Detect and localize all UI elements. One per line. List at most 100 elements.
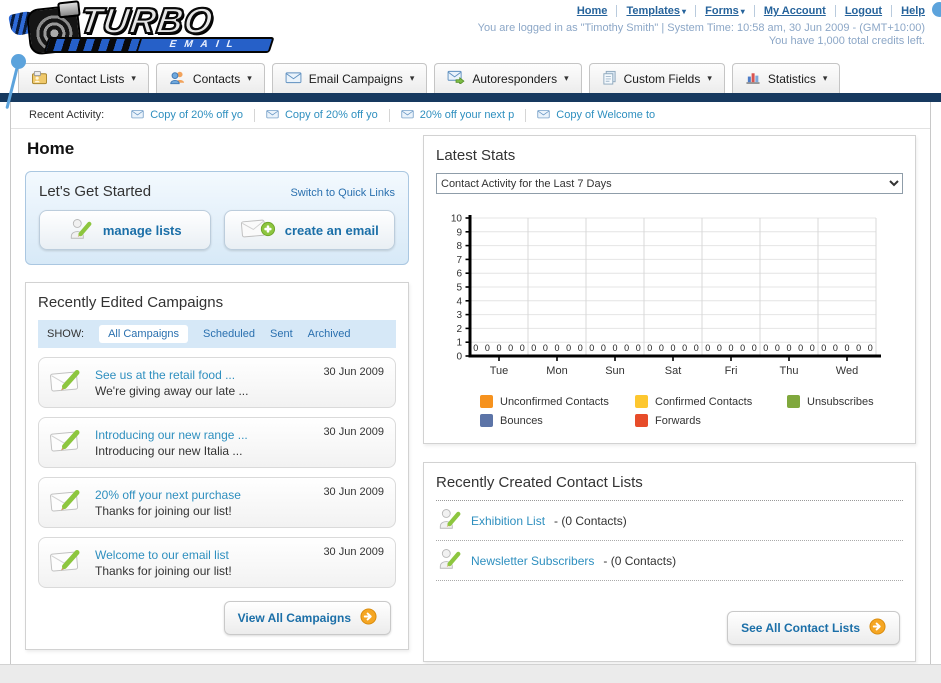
legend-label: Unconfirmed Contacts xyxy=(500,395,609,408)
campaign-title-link[interactable]: 20% off your next purchase xyxy=(95,488,241,502)
svg-text:2: 2 xyxy=(456,324,462,335)
legend-swatch-unsubscribes xyxy=(787,395,800,408)
envelope-plus-icon xyxy=(240,216,276,245)
show-label: SHOW: xyxy=(47,328,85,340)
logo-email-bar: EMAIL xyxy=(43,36,275,53)
nav-link-help[interactable]: Help xyxy=(891,5,925,17)
filter-all-campaigns[interactable]: All Campaigns xyxy=(99,325,188,343)
filter-sent[interactable]: Sent xyxy=(270,328,293,340)
campaign-title-link[interactable]: See us at the retail food ... xyxy=(95,368,248,382)
svg-text:0: 0 xyxy=(682,343,687,353)
svg-text:4: 4 xyxy=(456,296,462,307)
svg-text:0: 0 xyxy=(578,343,583,353)
arrow-circle-icon xyxy=(360,608,377,628)
svg-text:5: 5 xyxy=(456,283,462,294)
stats-report-select[interactable]: Contact Activity for the Last 7 Days xyxy=(436,173,903,194)
chevron-down-icon: ▾ xyxy=(682,7,687,16)
campaign-row[interactable]: Introducing our new range ... Introducin… xyxy=(38,417,396,468)
contact-lists-footer: See All Contact Lists xyxy=(436,611,900,645)
chart-legend: Unconfirmed Contacts Confirmed Contacts … xyxy=(480,395,903,427)
chevron-down-icon: ▾ xyxy=(707,73,712,83)
nav-link-home[interactable]: Home xyxy=(568,5,608,17)
svg-text:Mon: Mon xyxy=(546,365,567,377)
tab-contacts[interactable]: Contacts ▾ xyxy=(155,63,265,93)
svg-text:0: 0 xyxy=(868,343,873,353)
legend-item: Unsubscribes xyxy=(787,395,903,408)
turbo-email-logo[interactable]: TURBO EMAIL xyxy=(8,0,278,60)
svg-text:0: 0 xyxy=(752,343,757,353)
svg-text:0: 0 xyxy=(531,343,536,353)
tab-label: Autoresponders xyxy=(472,71,558,86)
tab-custom-fields[interactable]: Custom Fields ▾ xyxy=(588,63,725,93)
credits-info: You have 1,000 total credits left. xyxy=(768,35,925,47)
campaign-row[interactable]: See us at the retail food ... We're givi… xyxy=(38,357,396,408)
campaign-title-link[interactable]: Introducing our new range ... xyxy=(95,428,248,442)
svg-text:0: 0 xyxy=(508,343,513,353)
nav-link-label: Logout xyxy=(844,5,883,17)
tab-autoresponders[interactable]: Autoresponders ▾ xyxy=(434,63,582,93)
filter-archived[interactable]: Archived xyxy=(308,328,351,340)
campaign-subtitle: Thanks for joining our list! xyxy=(95,503,232,518)
nav-link-logout[interactable]: Logout xyxy=(834,5,883,17)
see-all-contact-lists-button[interactable]: See All Contact Lists xyxy=(727,611,900,645)
campaign-row[interactable]: Welcome to our email list Thanks for joi… xyxy=(38,537,396,588)
contact-list-row[interactable]: Newsletter Subscribers - (0 Contacts) xyxy=(436,541,903,581)
right-column: Latest Stats Contact Activity for the La… xyxy=(423,135,916,662)
svg-text:0: 0 xyxy=(670,343,675,353)
nav-link-templates[interactable]: Templates ▾ xyxy=(616,5,686,17)
svg-text:3: 3 xyxy=(456,310,462,321)
svg-text:0: 0 xyxy=(763,343,768,353)
switch-to-quick-links-link[interactable]: Switch to Quick Links xyxy=(290,187,395,199)
svg-text:1: 1 xyxy=(456,338,462,349)
chevron-down-icon: ▾ xyxy=(822,73,828,83)
svg-text:0: 0 xyxy=(456,352,462,363)
campaign-row[interactable]: 20% off your next purchase Thanks for jo… xyxy=(38,477,396,528)
person-pencil-icon xyxy=(438,506,462,535)
svg-text:Fri: Fri xyxy=(725,365,738,377)
campaign-title-link[interactable]: Welcome to our email list xyxy=(95,548,232,562)
svg-text:0: 0 xyxy=(647,343,652,353)
page-title: Home xyxy=(27,139,75,158)
svg-text:0: 0 xyxy=(485,343,490,353)
tab-contact-lists[interactable]: Contact Lists ▾ xyxy=(18,63,149,93)
recently-edited-campaigns-panel: Recently Edited Campaigns SHOW: All Camp… xyxy=(25,282,409,650)
get-started-header: Let's Get Started Switch to Quick Links xyxy=(39,183,395,200)
legend-item: Confirmed Contacts xyxy=(635,395,787,408)
chevron-down-icon: ▾ xyxy=(740,7,745,16)
svg-text:0: 0 xyxy=(566,343,571,353)
tab-statistics[interactable]: Statistics ▾ xyxy=(731,63,841,93)
create-email-button[interactable]: create an email xyxy=(223,210,395,250)
filter-scheduled[interactable]: Scheduled xyxy=(203,328,255,340)
nav-link-my-account[interactable]: My Account xyxy=(753,5,826,17)
envelope-pencil-icon xyxy=(49,425,85,460)
campaign-subtitle: Introducing our new Italia ... xyxy=(95,443,243,458)
view-all-campaigns-label: View All Campaigns xyxy=(237,611,351,625)
campaign-date: 30 Jun 2009 xyxy=(323,546,384,558)
svg-text:0: 0 xyxy=(740,343,745,353)
tab-email-campaigns[interactable]: Email Campaigns ▾ xyxy=(271,63,428,93)
contact-list-row[interactable]: Exhibition List - (0 Contacts) xyxy=(436,501,903,541)
svg-text:0: 0 xyxy=(810,343,815,353)
contact-list-link[interactable]: Newsletter Subscribers xyxy=(471,554,594,568)
recent-activity-item[interactable]: Copy of 20% off yo xyxy=(120,109,254,122)
manage-lists-button[interactable]: manage lists xyxy=(39,210,211,250)
recent-activity-item[interactable]: Copy of Welcome to xyxy=(525,108,666,122)
header-right: Home Templates ▾ Forms ▾ My Account Logout… xyxy=(478,5,925,47)
contact-list-link[interactable]: Exhibition List xyxy=(471,514,545,528)
chevron-down-icon: ▾ xyxy=(247,73,252,83)
svg-text:0: 0 xyxy=(728,343,733,353)
campaigns-footer: View All Campaigns xyxy=(38,601,391,635)
latest-stats-title: Latest Stats xyxy=(436,147,516,164)
recent-activity-item[interactable]: 20% off your next p xyxy=(388,108,526,122)
campaign-text: 20% off your next purchase Thanks for jo… xyxy=(95,488,241,518)
recent-activity-label: Recent Activity: xyxy=(29,109,105,121)
chevron-down-icon: ▾ xyxy=(131,73,136,83)
legend-item: Bounces xyxy=(480,414,635,427)
view-all-campaigns-button[interactable]: View All Campaigns xyxy=(223,601,391,635)
address-book-icon xyxy=(31,70,48,88)
svg-text:0: 0 xyxy=(636,343,641,353)
recent-activity-item[interactable]: Copy of 20% off yo xyxy=(253,108,389,122)
nav-link-forms[interactable]: Forms ▾ xyxy=(695,5,745,17)
svg-text:0: 0 xyxy=(496,343,501,353)
main-nav-tabs: Contact Lists ▾ Contacts ▾ Email Campaig… xyxy=(0,62,941,93)
